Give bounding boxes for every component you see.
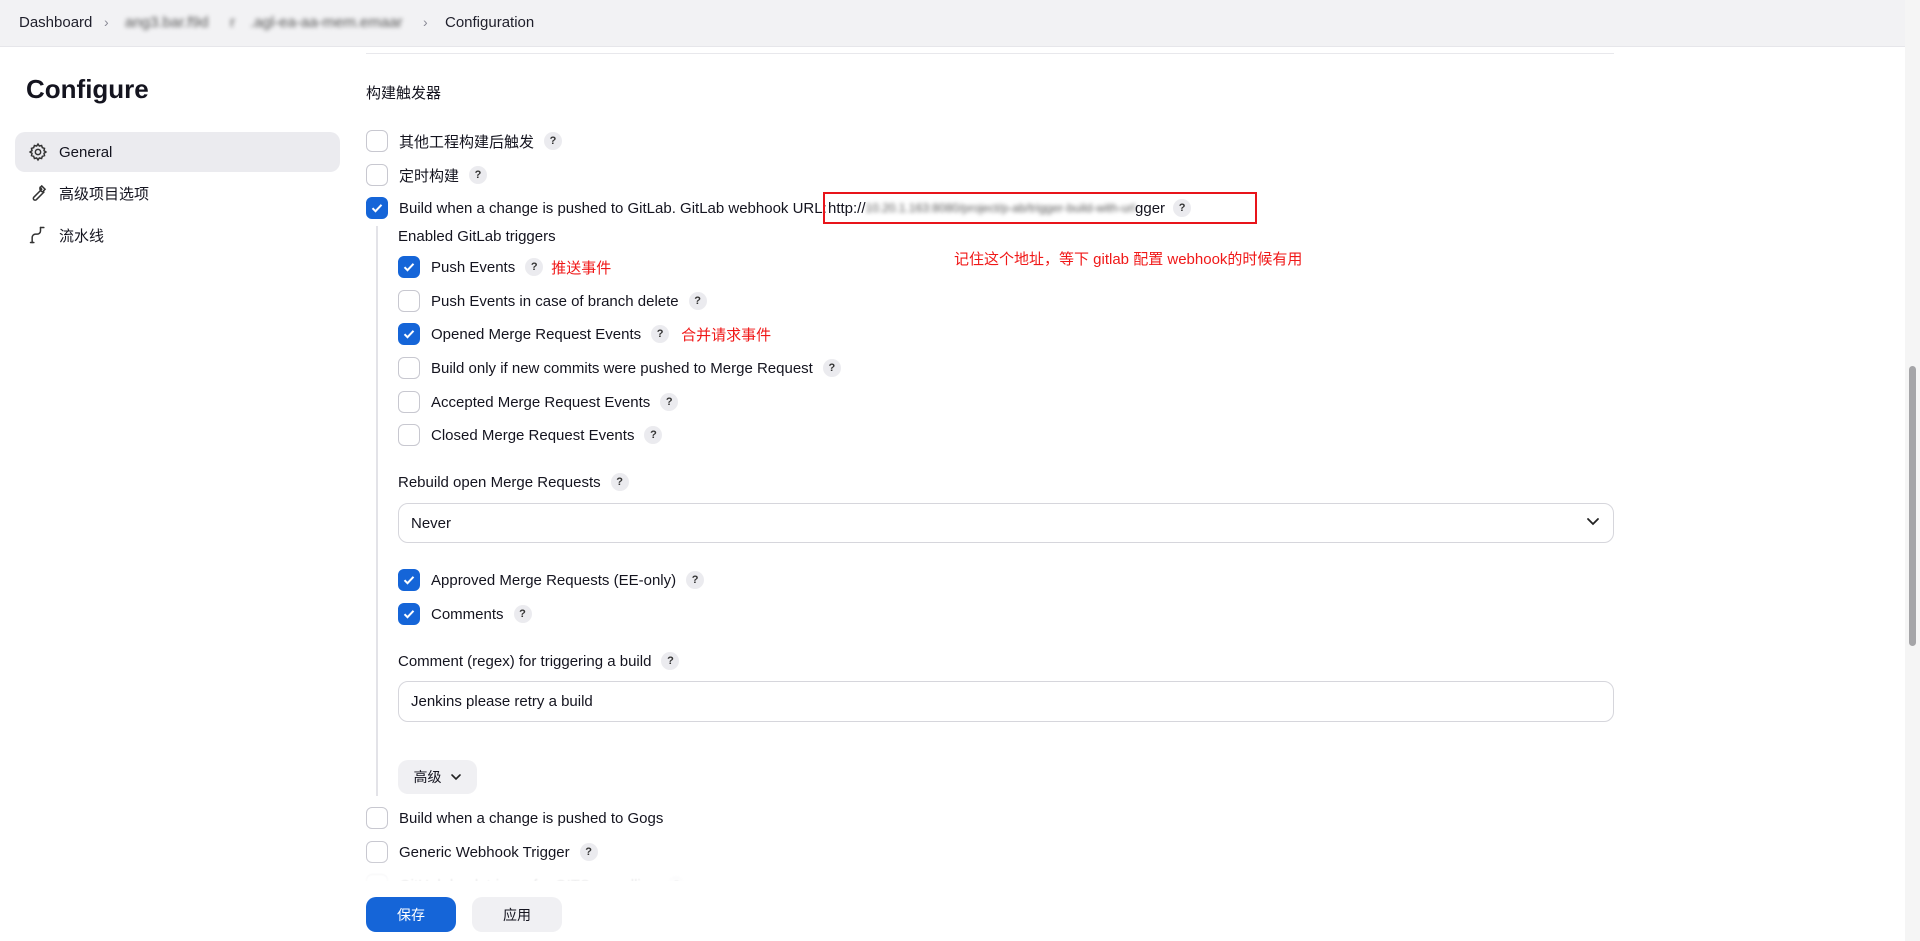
sidebar-item-label: General [59,143,113,161]
help-icon[interactable]: ? [660,393,679,411]
gitlab-event-row: Closed Merge Request Events ? [398,423,663,447]
top-bar: Dashboard › ang3.bar.f9d r .agl-ea-aa-me… [0,0,1905,47]
opened-mr-events-checkbox[interactable] [398,323,420,345]
comment-regex-label-row: Comment (regex) for triggering a build ? [398,649,680,673]
approved-mr-checkbox[interactable] [398,569,420,591]
option-label: Approved Merge Requests (EE-only) [431,571,677,589]
trigger-row: 其他工程构建后触发 ? [366,129,563,153]
event-label: Opened Merge Request Events [431,325,642,343]
pipeline-icon [27,224,49,246]
push-branch-delete-checkbox[interactable] [398,290,420,312]
option-label: Comments [431,605,504,623]
section-divider [366,53,1614,54]
event-label: Build only if new commits were pushed to… [431,359,813,377]
gitlab-event-row: Build only if new commits were pushed to… [398,356,841,380]
breadcrumb-project[interactable]: .agl-ea-aa-mem.emaar [250,14,403,31]
push-events-checkbox[interactable] [398,256,420,278]
trigger-label: Build when a change is pushed to Gogs [399,809,664,827]
gitlab-option-row: Comments ? [398,602,532,626]
gear-icon [27,141,49,163]
webhook-url-masked: 10.20.1.163:8080/project/p-ab/trigger-bu… [865,201,1136,215]
apply-button[interactable]: 应用 [472,897,562,932]
new-commits-only-checkbox[interactable] [398,357,420,379]
trigger-gogs-checkbox[interactable] [366,807,388,829]
nested-options-indent [376,226,378,796]
help-icon[interactable]: ? [1173,199,1192,217]
gitlab-event-row: Accepted Merge Request Events ? [398,390,679,414]
help-icon[interactable]: ? [579,843,598,861]
breadcrumb-job[interactable]: ang3.bar.f9d [125,14,208,31]
trigger-row: Build when a change is pushed to GitLab.… [366,196,827,220]
help-icon[interactable]: ? [525,258,544,276]
help-icon[interactable]: ? [469,166,488,184]
event-label: Accepted Merge Request Events [431,393,651,411]
help-icon[interactable]: ? [822,359,841,377]
event-label: Push Events [431,258,516,276]
comments-checkbox[interactable] [398,603,420,625]
trigger-label: Generic Webhook Trigger [399,843,570,861]
sidebar-item-label: 流水线 [59,227,105,245]
rebuild-select[interactable]: Never [398,503,1614,543]
rebuild-label: Rebuild open Merge Requests [398,473,601,491]
breadcrumb-separator-hidden: r [230,14,235,31]
trigger-label: 其他工程构建后触发 [399,133,535,151]
gitlab-event-row: Push Events in case of branch delete ? [398,289,707,313]
webhook-url-suffix: gger [1135,199,1166,217]
page-title: Configure [26,74,149,104]
help-icon[interactable]: ? [686,571,705,589]
event-label: Push Events in case of branch delete [431,292,679,310]
comment-regex-label: Comment (regex) for triggering a build [398,652,652,670]
sidebar-item-general[interactable]: General [15,132,340,172]
breadcrumb-separator: › [423,14,428,30]
advanced-label: 高级 [413,769,442,785]
webhook-url-highlight: http:// 10.20.1.163:8080/project/p-ab/tr… [823,192,1257,224]
event-label: Closed Merge Request Events [431,426,635,444]
trigger-generic-webhook-checkbox[interactable] [366,841,388,863]
comment-regex-input[interactable] [398,681,1614,722]
save-button[interactable]: 保存 [366,897,456,932]
bottom-action-bar [0,881,1905,941]
trigger-timer-checkbox[interactable] [366,164,388,186]
breadcrumb-separator: › [104,14,109,30]
help-icon[interactable]: ? [651,325,670,343]
rebuild-select-value: Never [411,514,452,532]
chevron-down-icon [450,774,461,781]
sidebar-item-advanced[interactable]: 高级项目选项 [15,173,340,213]
trigger-label: Build when a change is pushed to GitLab.… [399,199,827,217]
section-title: 构建触发器 [366,85,442,102]
webhook-annotation: 记住这个地址，等下 gitlab 配置 webhook的时候有用 [954,251,1303,268]
trigger-row: 定时构建 ? [366,163,488,187]
chevron-down-icon [1585,513,1601,533]
closed-mr-events-checkbox[interactable] [398,424,420,446]
trigger-row: Build when a change is pushed to Gogs [366,806,663,830]
help-icon[interactable]: ? [544,132,563,150]
advanced-button[interactable]: 高级 [398,760,477,794]
enabled-triggers-label: Enabled GitLab triggers [398,228,556,245]
accepted-mr-events-checkbox[interactable] [398,391,420,413]
wrench-icon [27,182,49,204]
sidebar-item-pipeline[interactable]: 流水线 [15,215,340,255]
trigger-row: Generic Webhook Trigger ? [366,840,598,864]
help-icon[interactable]: ? [688,292,707,310]
trigger-gitlab-checkbox[interactable] [366,197,388,219]
push-events-annotation: 推送事件 [551,259,612,277]
scrollbar-thumb[interactable] [1909,366,1916,646]
help-icon[interactable]: ? [644,426,663,444]
trigger-label: 定时构建 [399,167,460,185]
help-icon[interactable]: ? [661,652,680,670]
webhook-url-prefix[interactable]: http:// [828,200,866,217]
breadcrumb-configuration[interactable]: Configuration [445,14,534,31]
gitlab-event-row: Push Events ? 推送事件 [398,255,611,279]
breadcrumb-dashboard[interactable]: Dashboard [19,14,92,31]
sidebar-item-label: 高级项目选项 [59,185,150,203]
help-icon[interactable]: ? [513,605,532,623]
gitlab-event-row: Opened Merge Request Events ? 合并请求事件 [398,322,771,346]
rebuild-label-row: Rebuild open Merge Requests ? [398,470,629,494]
help-icon[interactable]: ? [610,473,629,491]
trigger-upstream-checkbox[interactable] [366,130,388,152]
mr-events-annotation: 合并请求事件 [681,326,772,344]
gitlab-option-row: Approved Merge Requests (EE-only) ? [398,568,705,592]
